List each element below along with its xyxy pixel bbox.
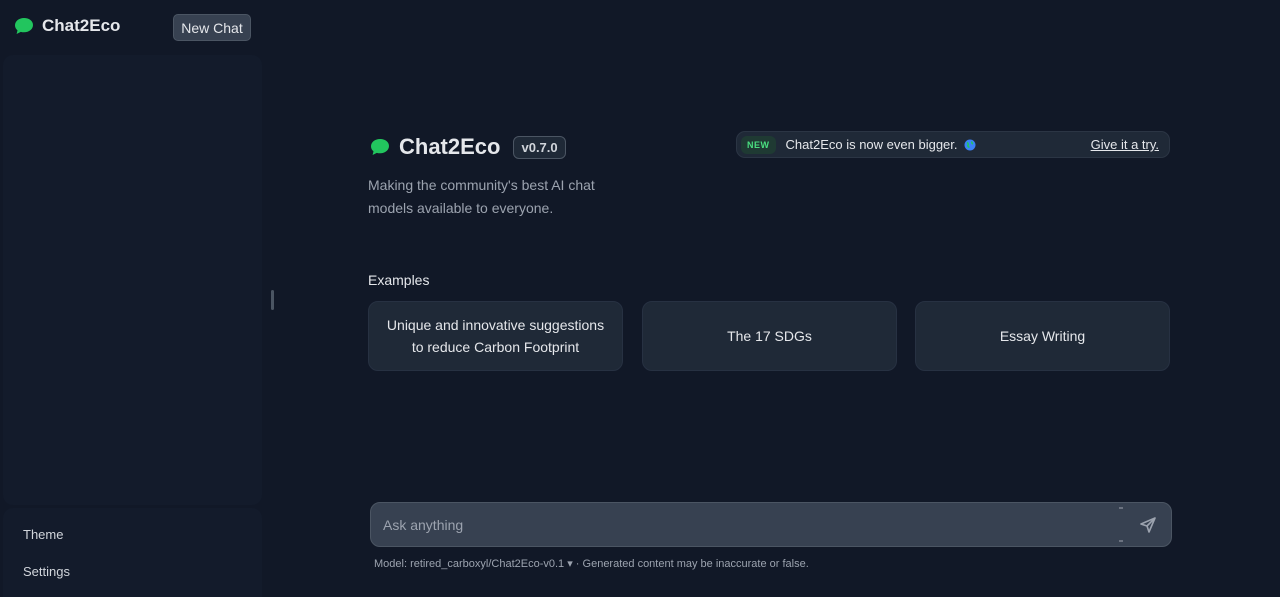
example-card-carbon[interactable]: Unique and innovative suggestions to red… bbox=[368, 301, 623, 371]
chat-bubble-icon bbox=[371, 139, 389, 155]
chat-input[interactable] bbox=[371, 503, 1111, 546]
scroll-up-mark bbox=[1119, 507, 1123, 509]
sidebar-resize-handle[interactable] bbox=[271, 290, 274, 310]
conversation-list bbox=[3, 55, 262, 505]
send-icon[interactable] bbox=[1139, 516, 1157, 534]
new-badge: NEW bbox=[741, 135, 776, 154]
give-it-a-try-link[interactable]: Give it a try. bbox=[1091, 137, 1159, 152]
announcement-banner: NEW Chat2Eco is now even bigger. Give it… bbox=[736, 131, 1170, 158]
announcement-text: Chat2Eco is now even bigger. bbox=[785, 137, 958, 152]
brand-name: Chat2Eco bbox=[42, 16, 121, 35]
hero-title: Chat2Eco v0.7.0 bbox=[370, 134, 566, 160]
brand[interactable]: Chat2Eco bbox=[14, 16, 120, 36]
settings-link[interactable]: Settings bbox=[23, 564, 70, 579]
new-chat-button[interactable]: New Chat bbox=[173, 14, 251, 41]
chat-bubble-icon bbox=[15, 18, 33, 34]
scroll-down-mark bbox=[1119, 540, 1123, 542]
chat-input-container bbox=[370, 502, 1172, 547]
disclaimer: · Generated content may be inaccurate or… bbox=[572, 558, 809, 570]
sidebar-footer: Theme Settings bbox=[3, 508, 262, 597]
example-card-sdgs[interactable]: The 17 SDGs bbox=[642, 301, 897, 371]
page-title: Chat2Eco bbox=[399, 134, 501, 159]
tagline: Making the community's best AI chat mode… bbox=[368, 177, 595, 216]
model-info: Model: retired_carboxyl/Chat2Eco-v0.1 ▾ … bbox=[374, 557, 809, 570]
version-badge: v0.7.0 bbox=[513, 135, 566, 159]
model-selector[interactable]: retired_carboxyl/Chat2Eco-v0.1 bbox=[410, 558, 564, 570]
theme-link[interactable]: Theme bbox=[23, 527, 63, 542]
model-prefix: Model: bbox=[374, 558, 411, 570]
globe-icon bbox=[964, 139, 975, 150]
examples-heading: Examples bbox=[368, 272, 430, 288]
sidebar: Chat2Eco New Chat Theme Settings bbox=[0, 0, 264, 597]
example-card-essay[interactable]: Essay Writing bbox=[915, 301, 1170, 371]
